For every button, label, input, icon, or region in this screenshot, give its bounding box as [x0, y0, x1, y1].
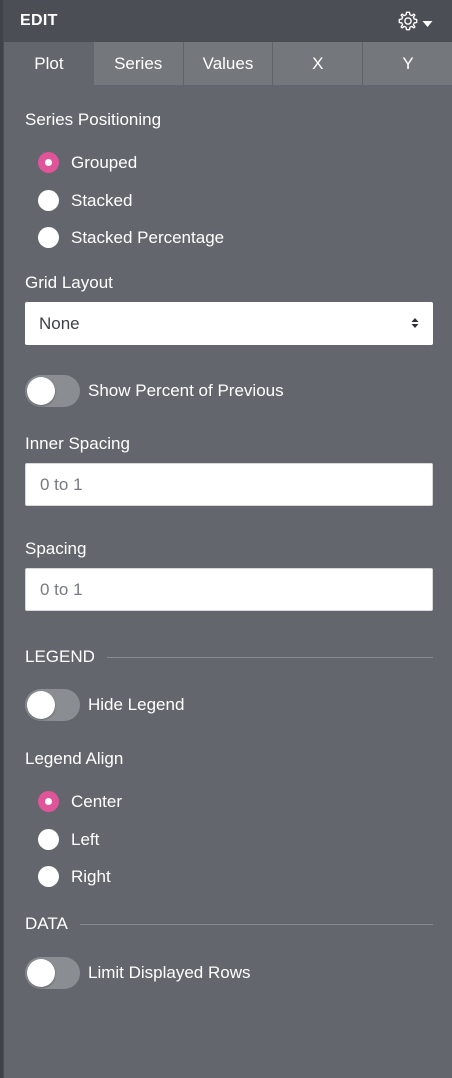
limit-rows-toggle-row: Limit Displayed Rows	[25, 957, 251, 989]
radio-unselected-icon	[38, 866, 59, 887]
radio-stacked-percentage-label: Stacked Percentage	[71, 227, 225, 247]
panel-title: EDIT	[20, 12, 58, 29]
hide-legend-label: Hide Legend	[88, 695, 185, 714]
radio-right-label: Right	[71, 866, 111, 886]
limit-rows-label: Limit Displayed Rows	[88, 963, 251, 982]
radio-grouped-label: Grouped	[71, 152, 138, 172]
spacing-label: Spacing	[25, 539, 87, 558]
select-arrows-icon	[411, 314, 419, 334]
radio-stacked-percentage[interactable]: Stacked Percentage	[38, 227, 224, 248]
section-divider	[106, 656, 433, 658]
tab-y[interactable]: Y	[363, 42, 452, 85]
radio-unselected-icon	[38, 227, 59, 248]
section-divider	[79, 923, 433, 925]
tab-series[interactable]: Series	[94, 42, 184, 85]
radio-unselected-icon	[38, 190, 59, 211]
gear-icon	[397, 10, 419, 37]
radio-center[interactable]: Center	[38, 791, 122, 812]
caret-down-icon	[422, 15, 433, 33]
toggle-knob	[27, 959, 55, 987]
radio-selected-icon	[38, 152, 59, 173]
panel-header: EDIT	[4, 0, 452, 42]
legend-align-label: Legend Align	[25, 749, 124, 768]
inner-spacing-input[interactable]	[25, 463, 433, 506]
tab-plot[interactable]: Plot	[4, 42, 94, 85]
series-positioning-label: Series Positioning	[25, 110, 162, 129]
grid-layout-value: None	[39, 313, 80, 333]
spacing-input[interactable]	[25, 568, 433, 611]
radio-right[interactable]: Right	[38, 866, 111, 887]
show-percent-label: Show Percent of Previous	[88, 381, 284, 400]
tab-values[interactable]: Values	[184, 42, 274, 85]
inner-spacing-label: Inner Spacing	[25, 434, 130, 453]
grid-layout-label: Grid Layout	[25, 273, 113, 292]
tab-bar: Plot Series Values X Y	[4, 42, 452, 85]
grid-layout-select[interactable]: None	[25, 302, 433, 345]
toggle-knob	[27, 691, 55, 719]
radio-center-label: Center	[71, 791, 123, 811]
limit-rows-toggle[interactable]	[25, 957, 80, 989]
tab-x[interactable]: X	[273, 42, 364, 85]
legend-section-title: LEGEND	[25, 647, 95, 666]
show-percent-toggle[interactable]	[25, 375, 80, 407]
radio-left[interactable]: Left	[38, 829, 99, 850]
hide-legend-toggle-row: Hide Legend	[25, 689, 184, 721]
legend-section-header: LEGEND	[25, 647, 433, 667]
radio-selected-icon	[38, 791, 59, 812]
radio-left-label: Left	[71, 829, 100, 849]
show-percent-toggle-row: Show Percent of Previous	[25, 375, 284, 407]
radio-stacked[interactable]: Stacked	[38, 190, 132, 211]
radio-grouped[interactable]: Grouped	[38, 152, 137, 173]
toggle-knob	[27, 377, 55, 405]
edit-panel: EDIT Plot Series Values X Y Series Posit…	[3, 0, 452, 1078]
radio-stacked-label: Stacked	[71, 190, 133, 210]
data-section-title: DATA	[25, 914, 68, 933]
hide-legend-toggle[interactable]	[25, 689, 80, 721]
radio-unselected-icon	[38, 829, 59, 850]
data-section-header: DATA	[25, 914, 433, 934]
settings-menu-button[interactable]	[397, 10, 433, 37]
